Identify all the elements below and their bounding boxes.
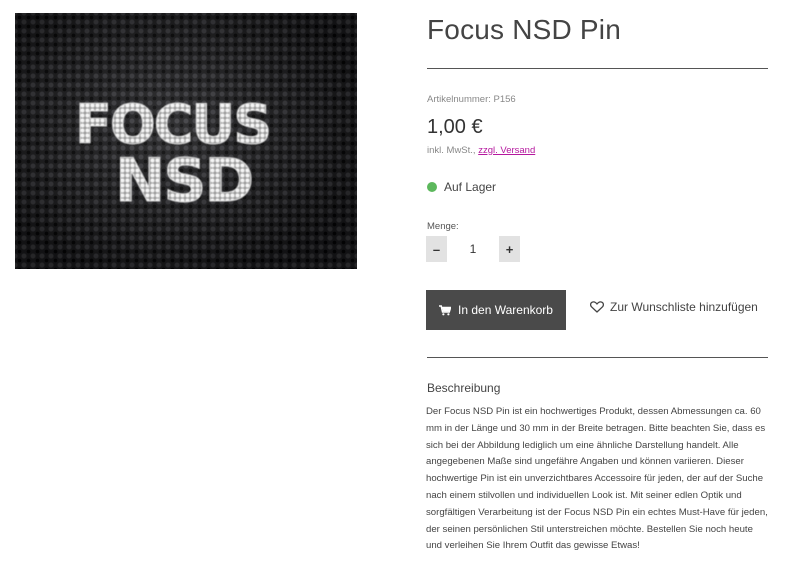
wishlist-button[interactable]: Zur Wunschliste hinzufügen bbox=[590, 300, 758, 314]
stock-dot-icon bbox=[427, 182, 437, 192]
add-to-cart-label: In den Warenkorb bbox=[458, 303, 553, 317]
heart-icon bbox=[590, 301, 604, 313]
quantity-decrement-button[interactable]: – bbox=[426, 236, 447, 262]
tax-prefix: inkl. MwSt., bbox=[427, 145, 476, 156]
pin-text-nsd: NSD bbox=[115, 146, 252, 216]
stock-label: Auf Lager bbox=[444, 180, 497, 194]
product-image[interactable]: FOCUS NSD bbox=[15, 13, 357, 269]
quantity-stepper: – 1 + bbox=[426, 236, 520, 262]
description-text: Der Focus NSD Pin ist ein hochwertiges P… bbox=[426, 406, 768, 552]
cart-icon bbox=[439, 304, 452, 316]
quantity-input[interactable]: 1 bbox=[447, 242, 499, 256]
quantity-label: Menge: bbox=[427, 221, 459, 232]
add-to-cart-button[interactable]: In den Warenkorb bbox=[426, 290, 566, 330]
article-number: Artikelnummer: P156 bbox=[427, 94, 516, 105]
rhinestone-pin-graphic: FOCUS NSD bbox=[75, 93, 273, 217]
shipping-link[interactable]: zzgl. Versand bbox=[478, 145, 535, 156]
product-price: 1,00 € bbox=[427, 116, 483, 138]
title-divider bbox=[427, 68, 768, 69]
tax-info: inkl. MwSt., zzgl. Versand bbox=[427, 145, 535, 156]
wishlist-label: Zur Wunschliste hinzufügen bbox=[610, 300, 758, 314]
description-heading: Beschreibung bbox=[427, 381, 501, 395]
product-title: Focus NSD Pin bbox=[427, 14, 621, 45]
quantity-increment-button[interactable]: + bbox=[499, 236, 520, 262]
stock-status: Auf Lager bbox=[427, 180, 496, 194]
description-divider bbox=[427, 357, 768, 358]
